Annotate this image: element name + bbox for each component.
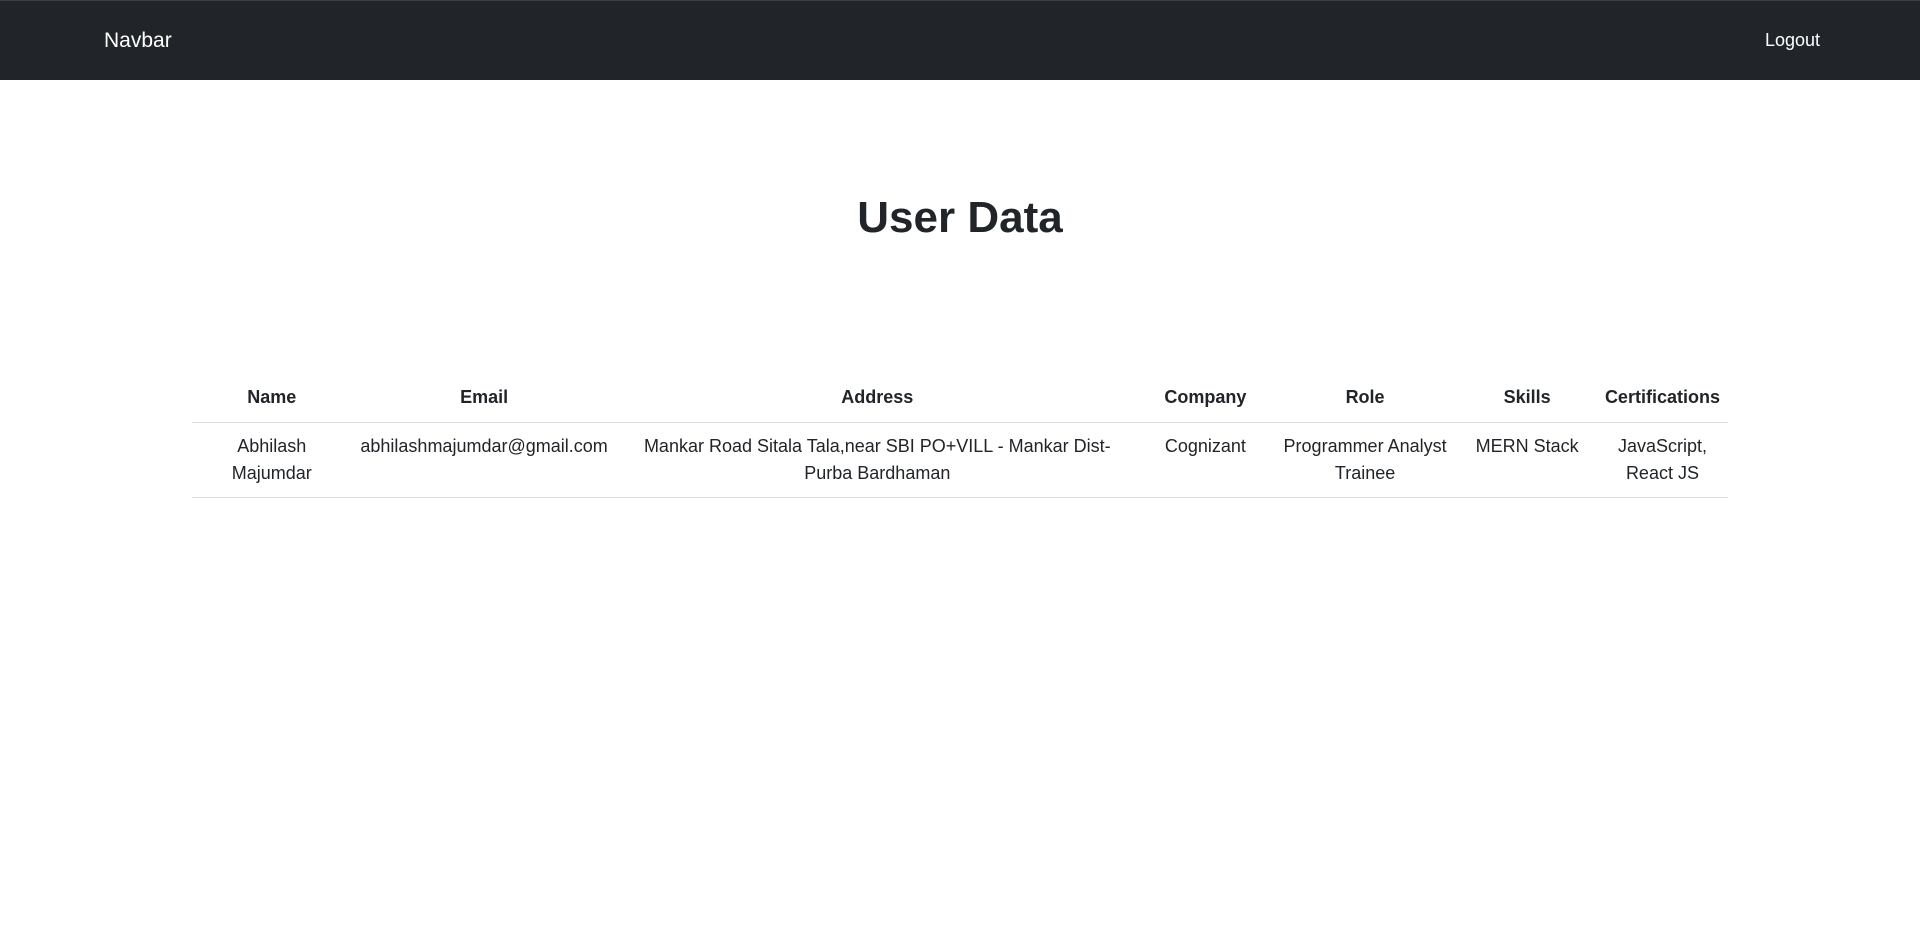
navbar-brand[interactable]: Navbar [104, 29, 172, 53]
table-header: Name Email Address Company Role Skills C… [192, 370, 1728, 423]
table-body: Abhilash Majumdar abhilashmajumdar@gmail… [192, 422, 1728, 498]
cell-name: Abhilash Majumdar [192, 422, 352, 498]
cell-email: abhilashmajumdar@gmail.com [351, 422, 617, 498]
navbar: Navbar Logout [0, 0, 1920, 80]
cell-skills: MERN Stack [1457, 422, 1597, 498]
cell-certifications: JavaScript, React JS [1596, 422, 1728, 498]
cell-address: Mankar Road Sitala Tala,near SBI PO+VILL… [616, 422, 1139, 498]
column-header-name: Name [192, 370, 352, 423]
column-header-skills: Skills [1457, 370, 1597, 423]
page-title: User Data [857, 193, 1063, 242]
column-header-company: Company [1138, 370, 1273, 423]
column-header-role: Role [1272, 370, 1458, 423]
cell-role: Programmer Analyst Trainee [1272, 422, 1458, 498]
cell-company: Cognizant [1138, 422, 1273, 498]
column-header-email: Email [351, 370, 617, 423]
column-header-certifications: Certifications [1596, 370, 1728, 423]
user-data-table: Name Email Address Company Role Skills C… [192, 370, 1728, 498]
column-header-address: Address [616, 370, 1139, 423]
user-table-container: Name Email Address Company Role Skills C… [192, 370, 1728, 498]
table-row: Abhilash Majumdar abhilashmajumdar@gmail… [192, 422, 1728, 498]
table-header-row: Name Email Address Company Role Skills C… [192, 370, 1728, 423]
logout-link[interactable]: Logout [1765, 30, 1820, 51]
